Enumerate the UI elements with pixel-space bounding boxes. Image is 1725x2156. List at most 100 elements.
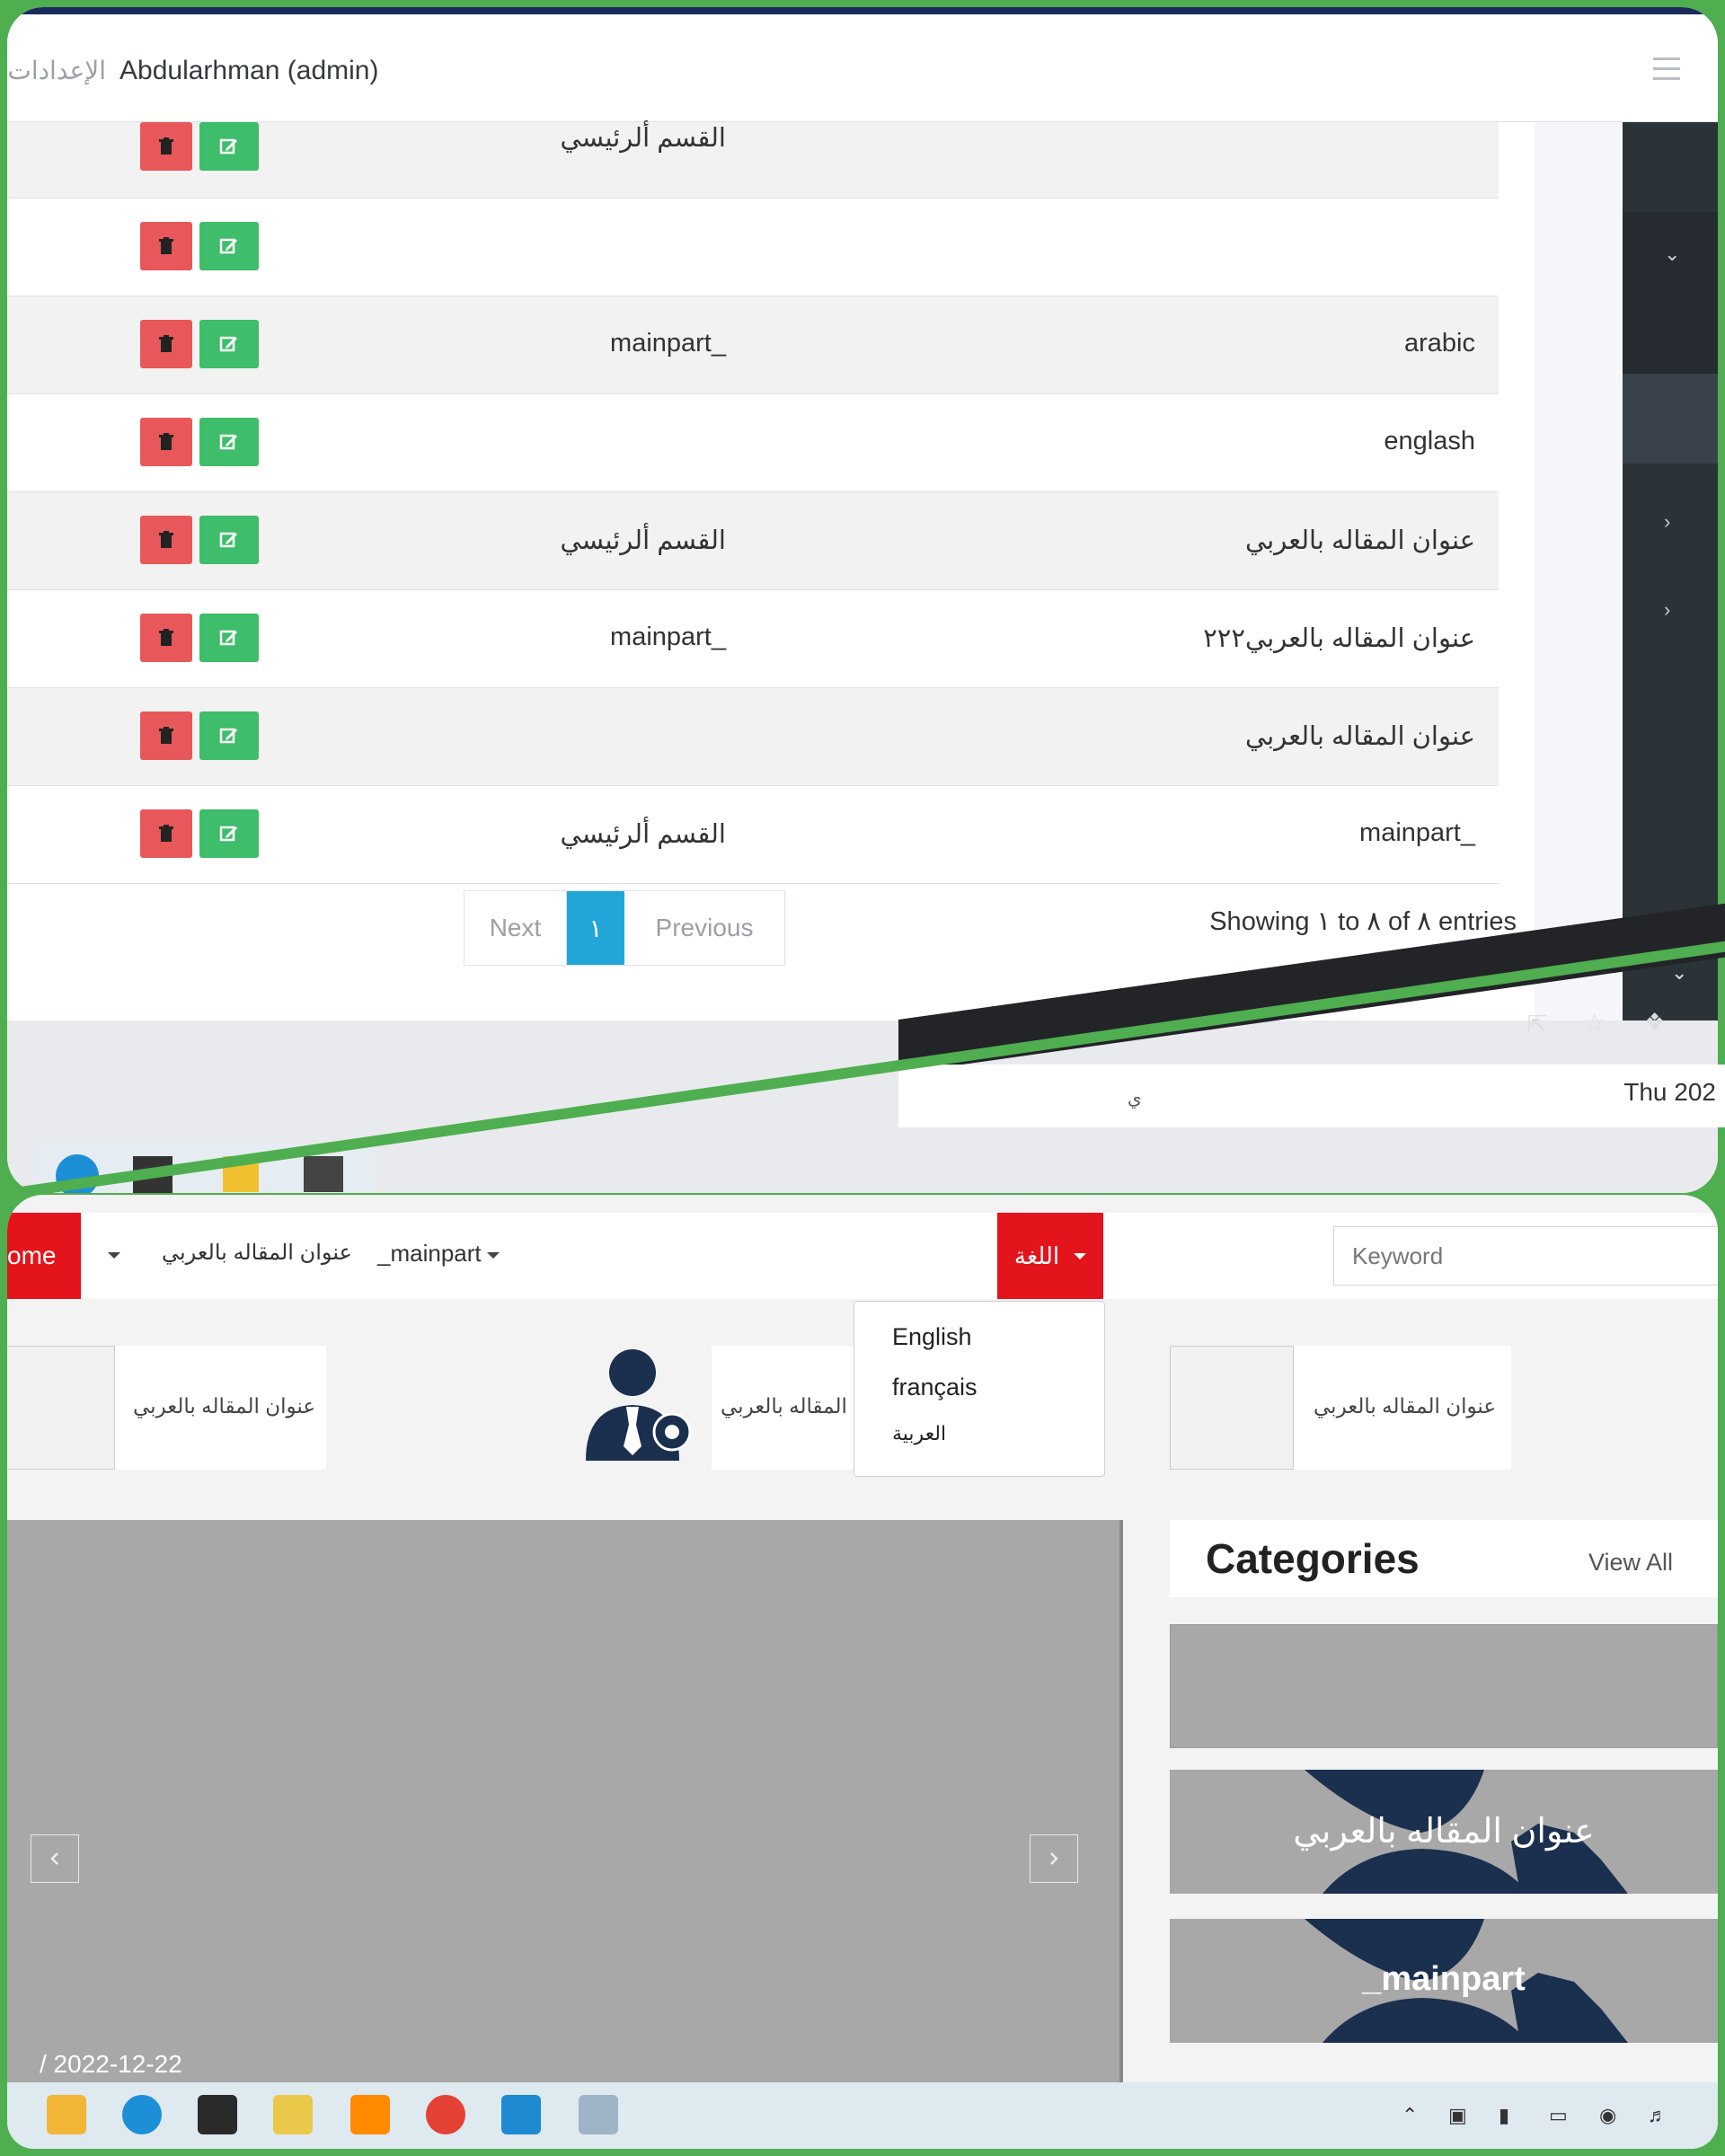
card-image [7, 1346, 115, 1470]
dropdown-caret-icon [486, 1251, 500, 1259]
edit-button[interactable] [199, 319, 259, 368]
delete-button[interactable] [140, 122, 192, 171]
edit-button[interactable] [199, 122, 259, 171]
delete-button[interactable] [140, 711, 192, 760]
delete-button[interactable] [140, 808, 192, 858]
delete-button[interactable] [140, 221, 192, 270]
edge-icon[interactable] [122, 2095, 162, 2134]
sublime-text-icon[interactable] [350, 2095, 390, 2134]
chevron-up-icon[interactable]: ⌃ [1402, 2104, 1418, 2127]
articles-table: القسم ألرئيسي mainpart_ arabic englash القسم… [7, 122, 1499, 884]
sidebar-item[interactable]: › › [1623, 464, 1718, 643]
categories-title: Categories [1206, 1535, 1420, 1582]
card-title: عنوان المقاله بالعربي [133, 1394, 316, 1418]
nav-item-article[interactable]: عنوان المقاله بالعربي [162, 1240, 352, 1266]
language-option-french[interactable]: français [892, 1374, 978, 1401]
table-info: Showing ١ to ٨ of ٨ entries [1209, 907, 1517, 936]
sidebar-item-active[interactable] [1623, 374, 1718, 464]
delete-button[interactable] [140, 613, 192, 662]
language-dropdown: English français العربية [854, 1301, 1105, 1477]
file-explorer-icon[interactable] [47, 2095, 86, 2134]
network-icon[interactable]: ◉ [1599, 2104, 1616, 2127]
vscode-icon[interactable] [501, 2095, 541, 2134]
cell-main-part: القسم ألرئيسي [560, 526, 726, 555]
cell-main-part: القسم ألرئيسي [560, 819, 726, 849]
slider-date: / 2022-12-22 [40, 2050, 182, 2078]
edit-button[interactable] [199, 417, 259, 466]
article-card[interactable]: عنوان المقاله بالعربي [577, 1346, 903, 1470]
photos-icon[interactable] [579, 2095, 618, 2134]
home-button[interactable]: ome [7, 1213, 81, 1299]
chevron-down-icon: ⌄ [1664, 243, 1681, 265]
table-row: englash [7, 394, 1499, 492]
extensions-icon[interactable]: ❖ [1644, 1008, 1665, 1036]
article-card[interactable]: عنوان المقاله بالعربي [1170, 1346, 1511, 1470]
edit-button[interactable] [199, 808, 259, 858]
category-item[interactable]: _mainpart [1170, 1919, 1718, 2043]
notification-icon[interactable]: ▣ [1448, 2104, 1467, 2127]
hamburger-menu-icon[interactable] [1653, 57, 1680, 81]
cell-main-part: mainpart_ [610, 328, 726, 358]
admin-panel-screenshot: الإعدادات Abdularhman (admin) القسم ألرئ… [7, 7, 1718, 1193]
category-item[interactable] [1170, 1624, 1718, 1748]
star-icon[interactable]: ☆ [1583, 1008, 1606, 1038]
cell-main-part: mainpart_ [610, 622, 726, 651]
edit-icon [219, 826, 237, 841]
search-input[interactable]: Keyword [1333, 1226, 1718, 1286]
delete-button[interactable] [140, 417, 192, 466]
pagination-next-button[interactable]: Next [464, 891, 567, 965]
trash-icon [159, 236, 173, 254]
language-option-arabic[interactable]: العربية [892, 1422, 946, 1445]
chevron-right-icon: › [1664, 510, 1671, 533]
snipping-tool-icon[interactable] [273, 2095, 313, 2134]
slider-prev-button[interactable] [31, 1834, 79, 1883]
categories-view-all-link[interactable]: View All [1588, 1549, 1673, 1577]
edit-button[interactable] [199, 613, 259, 662]
trash-icon [159, 137, 173, 155]
chevron-left-icon [50, 1852, 58, 1865]
edit-icon [219, 434, 237, 449]
dropdown-caret-icon [1074, 1252, 1087, 1259]
edit-icon [219, 728, 237, 743]
table-row: القسم ألرئيسي mainpart_ [7, 786, 1499, 884]
article-card[interactable]: عنوان المقاله بالعربي [7, 1346, 326, 1470]
battery-icon[interactable]: ▮ [1499, 2104, 1509, 2127]
date-text: Thu 202 [1623, 1078, 1716, 1106]
share-icon[interactable]: ⇱ [1527, 1011, 1547, 1038]
chevron-down-icon[interactable]: ⌄ [1671, 961, 1687, 985]
chrome-icon[interactable] [426, 2095, 465, 2134]
card-title: عنوان المقاله بالعربي [712, 1346, 903, 1470]
chevron-right-icon: › [1664, 598, 1671, 621]
cell-main-part: القسم ألرئيسي [560, 124, 726, 153]
cell-title: arabic [1404, 328, 1475, 358]
pagination-previous-button[interactable]: Previous [624, 891, 784, 965]
settings-link[interactable]: الإعدادات [7, 56, 106, 85]
display-icon[interactable]: ▭ [1549, 2104, 1568, 2127]
edit-icon [219, 336, 237, 351]
dropdown-caret-icon[interactable] [102, 1240, 120, 1268]
edit-icon [219, 138, 237, 155]
app-icon[interactable] [304, 1156, 343, 1192]
category-item[interactable]: عنوان المقاله بالعربي [1170, 1770, 1718, 1894]
language-button[interactable]: اللغة [997, 1213, 1103, 1299]
language-button-label: اللغة [1013, 1241, 1060, 1269]
edit-button[interactable] [199, 221, 259, 270]
delete-button[interactable] [140, 319, 192, 368]
sidebar-block [1623, 122, 1718, 212]
edit-button[interactable] [199, 515, 259, 564]
sidebar-item[interactable]: ⌄ [1623, 212, 1718, 374]
slider-next-button[interactable] [1030, 1834, 1078, 1883]
table-row: mainpart_ arabic [7, 296, 1499, 394]
pagination-page-button[interactable]: ١ [567, 891, 624, 965]
delete-button[interactable] [140, 515, 192, 564]
user-menu[interactable]: Abdularhman (admin) [119, 56, 378, 86]
trash-icon [159, 824, 173, 842]
pagination: Next ١ Previous [464, 890, 785, 966]
edit-icon [219, 238, 237, 253]
edit-button[interactable] [199, 711, 259, 760]
store-icon[interactable] [198, 2095, 237, 2134]
nav-item-mainpart[interactable]: _mainpart [377, 1240, 500, 1268]
language-option-english[interactable]: English [892, 1323, 972, 1351]
trash-icon [159, 334, 173, 352]
volume-icon[interactable]: ♬ [1648, 2104, 1668, 2127]
